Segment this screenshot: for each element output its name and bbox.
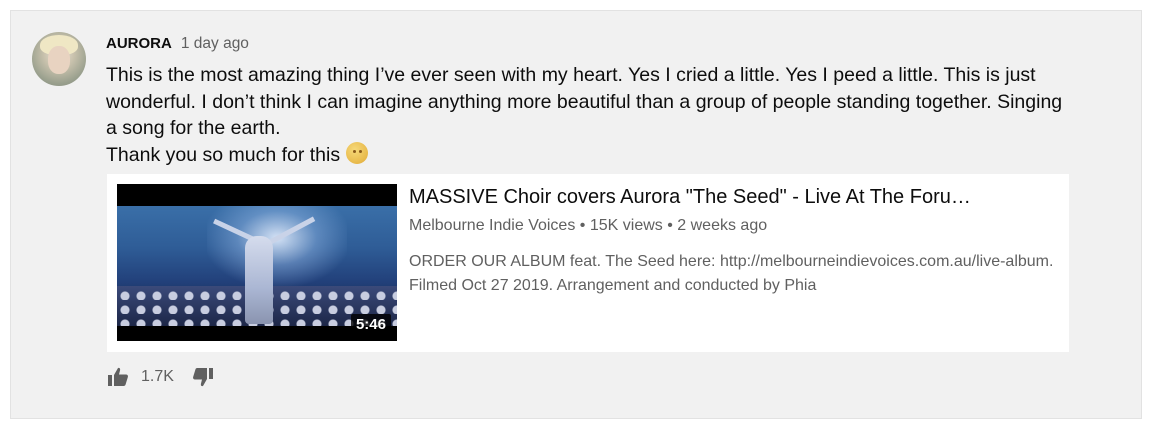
comment-timestamp[interactable]: 1 day ago <box>181 35 249 53</box>
video-duration-badge: 5:46 <box>350 314 391 335</box>
comment-paragraph-1: This is the most amazing thing I’ve ever… <box>106 64 1063 139</box>
thumbs-up-icon[interactable] <box>107 367 129 387</box>
video-view-count: 15K views <box>589 217 663 234</box>
video-metadata: Melbourne Indie Voices • 15K views • 2 w… <box>409 217 767 235</box>
avatar-face <box>48 46 70 74</box>
meta-separator: • <box>667 217 673 234</box>
video-description: ORDER OUR ALBUM feat. The Seed here: htt… <box>409 253 1054 294</box>
video-thumbnail[interactable]: 5:46 <box>117 184 397 341</box>
author-name[interactable]: AURORA <box>106 35 172 52</box>
comment-header: AURORA 1 day ago <box>106 35 249 53</box>
video-upload-age: 2 weeks ago <box>677 217 768 234</box>
avatar[interactable] <box>32 32 86 86</box>
thumbs-down-icon[interactable] <box>192 367 214 387</box>
video-channel-name[interactable]: Melbourne Indie Voices <box>409 217 575 234</box>
video-title[interactable]: MASSIVE Choir covers Aurora "The Seed" -… <box>409 184 1059 210</box>
thumbnail-scene <box>117 206 397 326</box>
thumbnail-stage-light <box>207 206 347 286</box>
thumbnail-singer <box>245 236 273 324</box>
comment-text: This is the most amazing thing I’ve ever… <box>106 62 1066 168</box>
video-card[interactable]: 5:46 MASSIVE Choir covers Aurora "The Se… <box>107 174 1069 352</box>
meta-separator: • <box>579 217 586 234</box>
comment-paragraph-2: Thank you so much for this <box>106 141 1066 169</box>
smiling-sun-emoji-icon <box>345 141 368 164</box>
comment-actions: 1.7K <box>107 367 214 387</box>
comment-thanks-text: Thank you so much for this <box>106 143 341 166</box>
like-count: 1.7K <box>141 368 174 385</box>
comment-card: AURORA 1 day ago This is the most amazin… <box>10 10 1142 419</box>
